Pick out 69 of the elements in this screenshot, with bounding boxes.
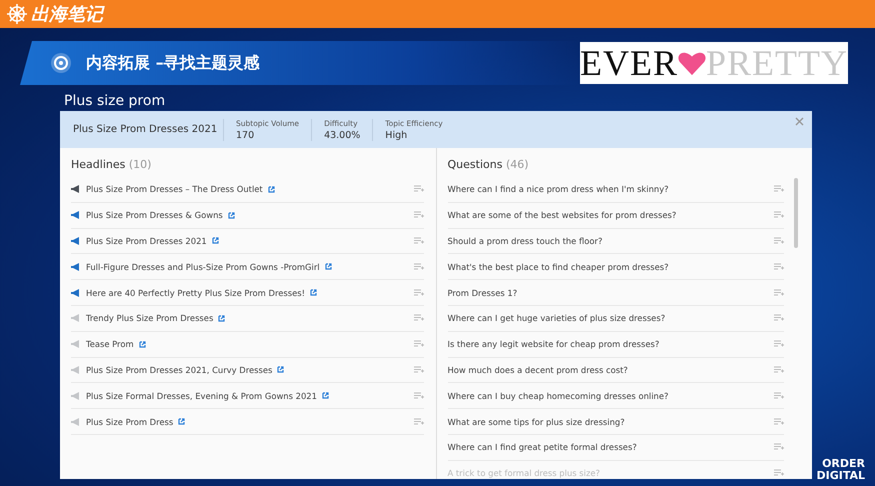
add-to-list-icon[interactable] <box>774 418 784 426</box>
add-to-list-icon[interactable] <box>774 469 784 478</box>
external-link-icon[interactable] <box>324 263 332 270</box>
add-to-list-icon[interactable] <box>414 211 424 220</box>
add-to-list-icon[interactable] <box>414 366 424 374</box>
add-to-list-icon[interactable] <box>774 185 784 194</box>
slide-title: 内容拓展 –寻找主题灵感 <box>86 52 260 74</box>
headline-text[interactable]: Tease Prom <box>86 339 134 350</box>
add-to-list-icon[interactable] <box>774 340 784 348</box>
question-text[interactable]: How much does a decent prom dress cost? <box>448 364 769 375</box>
heart-icon <box>678 50 706 76</box>
headline-text[interactable]: Plus Size Prom Dresses 2021 <box>86 236 207 246</box>
add-to-list-icon[interactable] <box>774 443 784 452</box>
external-link-icon[interactable] <box>178 418 186 426</box>
add-to-list-icon[interactable] <box>774 236 784 245</box>
question-text[interactable]: Prom Dresses 1? <box>448 288 769 298</box>
headline-text[interactable]: Plus Size Prom Dresses & Gowns <box>86 210 223 220</box>
add-to-list-icon[interactable] <box>414 392 424 400</box>
question-text[interactable]: Is there any legit website for cheap prom dresses? <box>448 339 769 350</box>
external-link-icon[interactable] <box>277 366 284 374</box>
question-text[interactable]: What's the best place to find cheaper prom dresses? <box>448 262 769 272</box>
headline-text[interactable]: Trendy Plus Size Prom Dresses <box>86 313 214 324</box>
metric-value: High <box>385 130 408 140</box>
scrollbar-thumb[interactable] <box>794 178 798 248</box>
question-text[interactable]: What are some tips for plus size dressing? <box>448 416 769 427</box>
add-to-list-icon[interactable] <box>414 236 424 245</box>
target-icon <box>50 52 72 74</box>
add-to-list-icon[interactable] <box>774 262 784 271</box>
corner-logo-text: ORDER <box>822 458 865 470</box>
question-text[interactable]: Where can I get huge varieties of plus size dresses? <box>448 313 769 324</box>
add-to-list-icon[interactable] <box>414 314 424 322</box>
add-to-list-icon[interactable] <box>774 314 784 322</box>
external-link-icon[interactable] <box>138 340 146 348</box>
external-link-icon[interactable] <box>268 186 275 193</box>
metric-value: 43.00% <box>324 130 360 140</box>
topic-title[interactable]: Plus Size Prom Dresses 2021 <box>73 124 223 135</box>
question-text[interactable]: What are some of the best websites for prom dresses? <box>448 210 769 220</box>
add-to-list-icon[interactable] <box>414 262 424 271</box>
external-link-icon[interactable] <box>218 314 226 322</box>
slide-subtitle: Plus size prom <box>64 93 166 109</box>
ship-wheel-icon <box>6 3 28 25</box>
external-link-icon[interactable] <box>228 212 235 219</box>
add-to-list-icon[interactable] <box>774 392 784 400</box>
headline-text[interactable]: Plus Size Prom Dresses 2021, Curvy Dresses <box>86 364 272 375</box>
headline-text[interactable]: Plus Size Prom Dress <box>86 416 174 427</box>
add-to-list-icon[interactable] <box>414 288 424 297</box>
question-text[interactable]: Where can I buy cheap homecoming dresses online? <box>448 390 769 401</box>
add-to-list-icon[interactable] <box>414 185 424 194</box>
external-link-icon[interactable] <box>322 392 329 400</box>
question-text[interactable]: Should a prom dress touch the floor? <box>448 236 769 246</box>
external-link-icon[interactable] <box>212 237 219 244</box>
headline-text[interactable]: Here are 40 Perfectly Pretty Plus Size Prom Dresses! <box>86 288 305 298</box>
question-text[interactable]: Where can I find great petite formal dresses? <box>448 442 769 452</box>
corner-logo-text: DIGITAL <box>816 470 865 482</box>
metric-value: 170 <box>236 130 256 140</box>
add-to-list-icon[interactable] <box>774 366 784 374</box>
external-link-icon[interactable] <box>310 289 317 296</box>
questions-heading: Questions (46) <box>448 158 530 172</box>
question-text[interactable]: Where can I find a nice prom dress when I'm skinny? <box>448 184 769 194</box>
headline-text[interactable]: Plus Size Formal Dresses, Evening & Prom Gowns 2021 <box>86 390 317 401</box>
add-to-list-icon[interactable] <box>774 288 784 297</box>
headlines-heading: Headlines (10) <box>71 158 152 172</box>
close-icon[interactable] <box>795 117 804 126</box>
add-to-list-icon[interactable] <box>414 340 424 348</box>
add-to-list-icon[interactable] <box>414 418 424 426</box>
headline-text[interactable]: Plus Size Prom Dresses – The Dress Outlet <box>86 184 263 194</box>
logo-text: 出海笔记 <box>31 3 103 26</box>
add-to-list-icon[interactable] <box>774 211 784 220</box>
headline-text[interactable]: Full-Figure Dresses and Plus-Size Prom Gowns -PromGirl <box>86 262 320 272</box>
